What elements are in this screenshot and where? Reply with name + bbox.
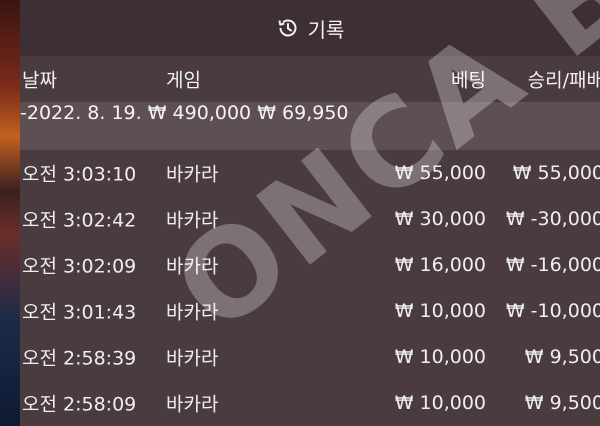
history-row[interactable]: 오전 3:03:10 바카라 ₩ 55,000 ₩ 55,000 [20, 150, 600, 196]
row-bet: ₩ 10,000 [394, 346, 486, 368]
summary-bet: ₩ 490,000 [147, 102, 252, 124]
row-game: 바카라 [166, 301, 219, 324]
row-winloss: ₩ -10,000 [505, 300, 600, 322]
history-row[interactable]: 오전 3:01:43 바카라 ₩ 10,000 ₩ -10,000 [20, 288, 600, 334]
row-winloss: ₩ -16,000 [505, 254, 600, 276]
row-time: 오전 3:02:42 [22, 209, 137, 232]
row-game: 바카라 [166, 163, 219, 186]
row-bet: ₩ 10,000 [394, 392, 486, 414]
column-header-game: 게임 [166, 69, 201, 92]
history-row[interactable]: 오전 3:02:09 바카라 ₩ 16,000 ₩ -16,000 [20, 242, 600, 288]
row-winloss: ₩ 9,500 [524, 392, 600, 414]
date-summary-row[interactable]: -2022. 8. 19. ₩ 490,000 ₩ 69,950 [20, 102, 600, 150]
panel-header: 기록 [20, 0, 600, 56]
column-header-winloss: 승리/패배 [527, 69, 600, 92]
row-time: 오전 3:02:09 [22, 255, 137, 278]
summary-winloss: ₩ 69,950 [257, 102, 349, 124]
row-bet: ₩ 16,000 [394, 254, 486, 276]
summary-date: -2022. 8. 19. [20, 102, 142, 124]
row-winloss: ₩ 55,000 [512, 162, 600, 184]
row-bet: ₩ 55,000 [394, 162, 486, 184]
history-panel: 기록 날짜 게임 베팅 승리/패배 -2022. 8. 19. ₩ 490,00… [20, 0, 600, 426]
row-winloss: ₩ 9,500 [524, 346, 600, 368]
column-header-bet: 베팅 [451, 69, 486, 92]
history-row[interactable]: 오전 2:58:39 바카라 ₩ 10,000 ₩ 9,500 [20, 334, 600, 380]
row-bet: ₩ 10,000 [394, 300, 486, 322]
history-list: 오전 3:03:10 바카라 ₩ 55,000 ₩ 55,000 오전 3:02… [20, 150, 600, 426]
history-row[interactable]: 오전 3:02:42 바카라 ₩ 30,000 ₩ -30,000 [20, 196, 600, 242]
row-game: 바카라 [166, 209, 219, 232]
row-game: 바카라 [166, 347, 219, 370]
row-game: 바카라 [166, 393, 219, 416]
page-title: 기록 [307, 17, 345, 42]
history-clock-icon [278, 19, 297, 37]
row-time: 오전 2:58:09 [22, 393, 137, 416]
background-game-strip [0, 0, 20, 426]
history-row[interactable]: 오전 2:58:09 바카라 ₩ 10,000 ₩ 9,500 [20, 380, 600, 426]
column-header-date: 날짜 [22, 69, 57, 92]
row-time: 오전 3:01:43 [22, 301, 137, 324]
row-winloss: ₩ -30,000 [505, 208, 600, 230]
row-time: 오전 3:03:10 [22, 163, 137, 186]
row-time: 오전 2:58:39 [22, 347, 137, 370]
column-headers: 날짜 게임 베팅 승리/패배 [20, 56, 600, 102]
row-bet: ₩ 30,000 [394, 208, 486, 230]
row-game: 바카라 [166, 255, 219, 278]
